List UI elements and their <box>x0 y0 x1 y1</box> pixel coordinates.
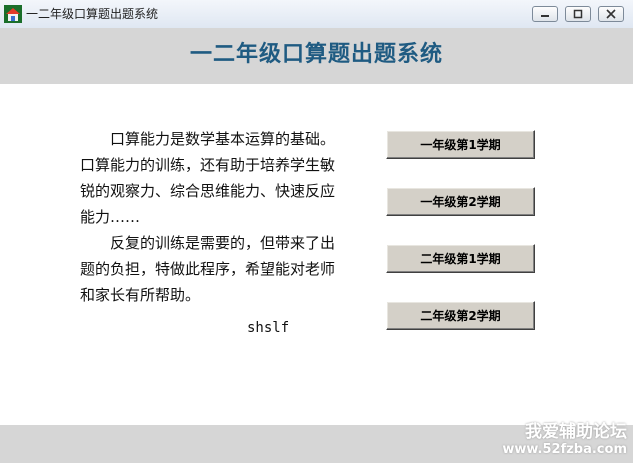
close-icon <box>606 9 616 19</box>
intro-text: 口算能力是数学基本运算的基础。口算能力的训练，还有助于培养学生敏锐的观察力、综合… <box>80 126 342 308</box>
grade1-term2-button[interactable]: 一年级第2学期 <box>386 187 535 216</box>
minimize-icon <box>541 15 549 17</box>
grade1-term1-button[interactable]: 一年级第1学期 <box>386 130 535 159</box>
intro-paragraph-2: 反复的训练是需要的，但带来了出题的负担，特做此程序，希望能对老师和家长有所帮助。 <box>80 234 336 304</box>
header-band: 一二年级口算题出题系统 <box>0 28 633 84</box>
grade2-term1-button[interactable]: 二年级第1学期 <box>386 244 535 273</box>
window-title: 一二年级口算题出题系统 <box>26 7 159 21</box>
close-button[interactable] <box>598 6 624 22</box>
page-title: 一二年级口算题出题系统 <box>189 41 443 67</box>
title-bar[interactable]: 一二年级口算题出题系统 <box>0 0 633 29</box>
minimize-button[interactable] <box>532 6 558 22</box>
watermark-text: 我爱辅助论坛 <box>525 422 627 442</box>
watermark: 我爱辅助论坛 www.52fzba.com <box>502 423 627 459</box>
maximize-button[interactable] <box>565 6 591 22</box>
app-house-icon <box>4 5 22 23</box>
grade2-term2-button[interactable]: 二年级第2学期 <box>386 301 535 330</box>
main-panel: 口算能力是数学基本运算的基础。口算能力的训练，还有助于培养学生敏锐的观察力、综合… <box>0 84 633 425</box>
watermark-url: www.52fzba.com <box>502 442 627 457</box>
intro-paragraph-1: 口算能力是数学基本运算的基础。口算能力的训练，还有助于培养学生敏锐的观察力、综合… <box>80 130 336 226</box>
author-signature: shslf <box>247 320 290 336</box>
maximize-icon <box>573 9 583 19</box>
